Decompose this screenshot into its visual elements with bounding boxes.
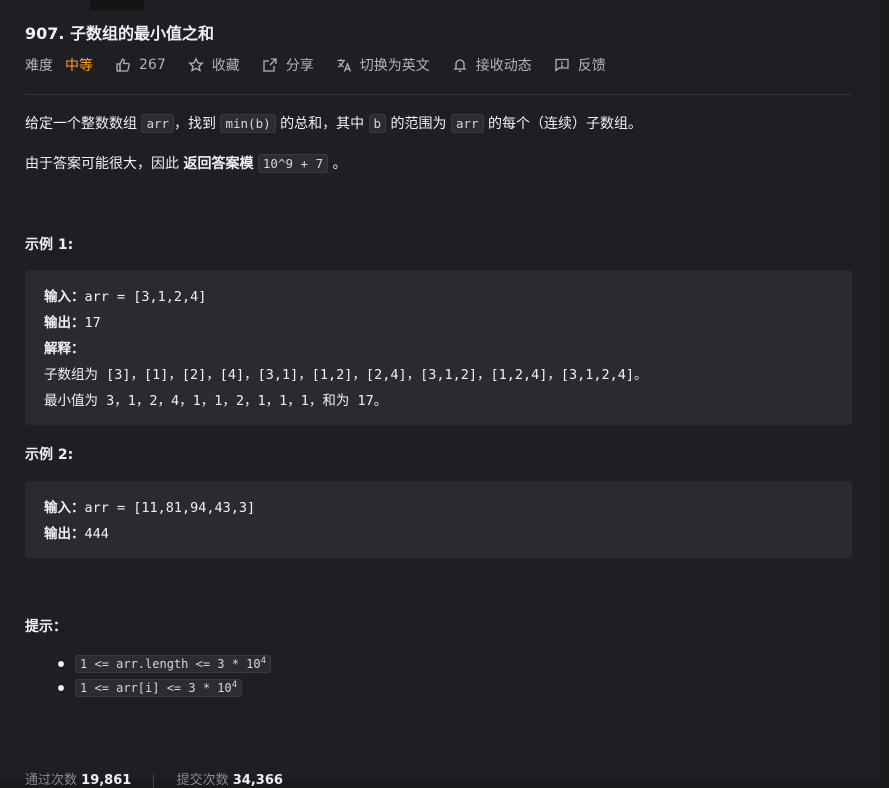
list-item: 1 <= arr[i] <= 3 * 104 [25,676,271,700]
hints-list: 1 <= arr.length <= 3 * 104 1 <= arr[i] <… [25,652,272,700]
example-input-row: 输入：arr = [3,1,2,4] [44,284,833,310]
feedback-button[interactable]: 反馈 [554,55,606,75]
difficulty-badge: 中等 [65,58,93,74]
inline-code: 10^9 + 7 [257,154,329,173]
desc-bold-text: 返回答案模 [183,156,254,172]
inline-code: arr [141,114,175,133]
notify-button[interactable]: 接收动态 [452,55,532,75]
share-icon [263,58,277,72]
input-label: 输入： [44,289,85,305]
hint-text: 1 <= arr.length <= 3 * 10 [80,657,261,671]
star-icon [187,57,204,72]
list-item: 1 <= arr.length <= 3 * 104 [25,652,272,676]
header-divider [25,94,852,95]
bell-icon [453,59,467,72]
problem-meta-bar: 难度 中等 267 收藏 分享 切换为英文 接收动态 反馈 [25,54,628,76]
explain-label: 解释： [44,341,85,357]
bullet-dot [58,685,64,691]
submitted-label: 提交次数 [176,773,229,788]
inline-code: b [368,114,387,133]
desc-text: 的每个（连续）子数组。 [488,116,643,132]
output-value: 17 [84,315,101,331]
example-2-block: 输入：arr = [11,81,94,43,3] 输出：444 [25,481,852,558]
example-output-row: 输出：444 [44,521,833,547]
example-explain-row: 解释： [44,336,833,362]
hint-text: 1 <= arr[i] <= 3 * 10 [80,681,232,695]
inline-code: min(b) [220,114,276,133]
submitted-count: 34,366 [232,773,283,788]
inline-code: 1 <= arr[i] <= 3 * 104 [75,679,243,697]
top-tab-strip [90,0,144,10]
desc-text: 给定一个整数数组 [25,116,137,132]
example-explain-line: 最小值为 3，1，2，4，1，1，2，1，1，1，和为 17。 [44,393,388,409]
desc-text: 。 [332,156,347,172]
desc-text: 的总和，其中 [280,116,365,132]
output-label: 输出： [44,315,85,331]
difficulty-label: 难度 [25,58,53,74]
share-button[interactable]: 分享 [262,55,314,75]
translate-button[interactable]: 切换为英文 [336,55,430,75]
desc-text: 的范围为 [390,116,447,132]
output-value: 444 [84,526,109,542]
input-label: 输入： [44,500,85,516]
like-button[interactable]: 267 [115,57,166,73]
notify-label: 接收动态 [475,58,532,74]
stats-divider [153,773,155,788]
feedback-icon [555,58,569,72]
description-paragraph-2: 由于答案可能很大，因此 返回答案模 10^9 + 7 。 [25,153,347,175]
thumbs-up-icon [116,58,130,72]
share-label: 分享 [285,58,314,74]
hint-exponent: 4 [260,656,267,666]
example-input-row: 输入：arr = [11,81,94,43,3] [44,495,833,521]
inline-code: arr [450,114,484,133]
feedback-label: 反馈 [577,58,606,74]
input-value: arr = [11,81,94,43,3] [84,500,256,516]
hint-exponent: 4 [231,680,238,690]
scrollbar-track[interactable] [879,0,889,779]
example-1-block: 输入：arr = [3,1,2,4] 输出：17 解释： 子数组为 [3]，[1… [25,270,852,425]
problem-title: 907. 子数组的最小值之和 [25,24,215,43]
example-2-heading: 示例 2: [25,447,74,463]
translate-icon [337,59,351,72]
accepted-label: 通过次数 [25,773,78,788]
accepted-count: 19,861 [81,773,132,788]
collect-label: 收藏 [211,58,240,74]
bullet-dot [58,661,64,667]
output-label: 输出： [44,526,85,542]
example-explain-line: 子数组为 [3]，[1]，[2]，[4]，[3,1]，[1,2]，[2,4]，[… [44,367,648,383]
desc-text: ，找到 [174,116,217,132]
example-output-row: 输出：17 [44,310,833,336]
inline-code: 1 <= arr.length <= 3 * 104 [75,655,272,673]
description-paragraph-1: 给定一个整数数组 arr ，找到 min(b) 的总和，其中 b 的范围为 arr… [25,113,642,135]
hints-heading: 提示： [25,619,67,635]
translate-label: 切换为英文 [359,58,430,74]
input-value: arr = [3,1,2,4] [84,289,207,305]
collect-button[interactable]: 收藏 [187,55,240,75]
like-count: 267 [139,57,166,73]
desc-text: 由于答案可能很大，因此 [25,156,179,172]
example-1-heading: 示例 1: [25,237,74,253]
